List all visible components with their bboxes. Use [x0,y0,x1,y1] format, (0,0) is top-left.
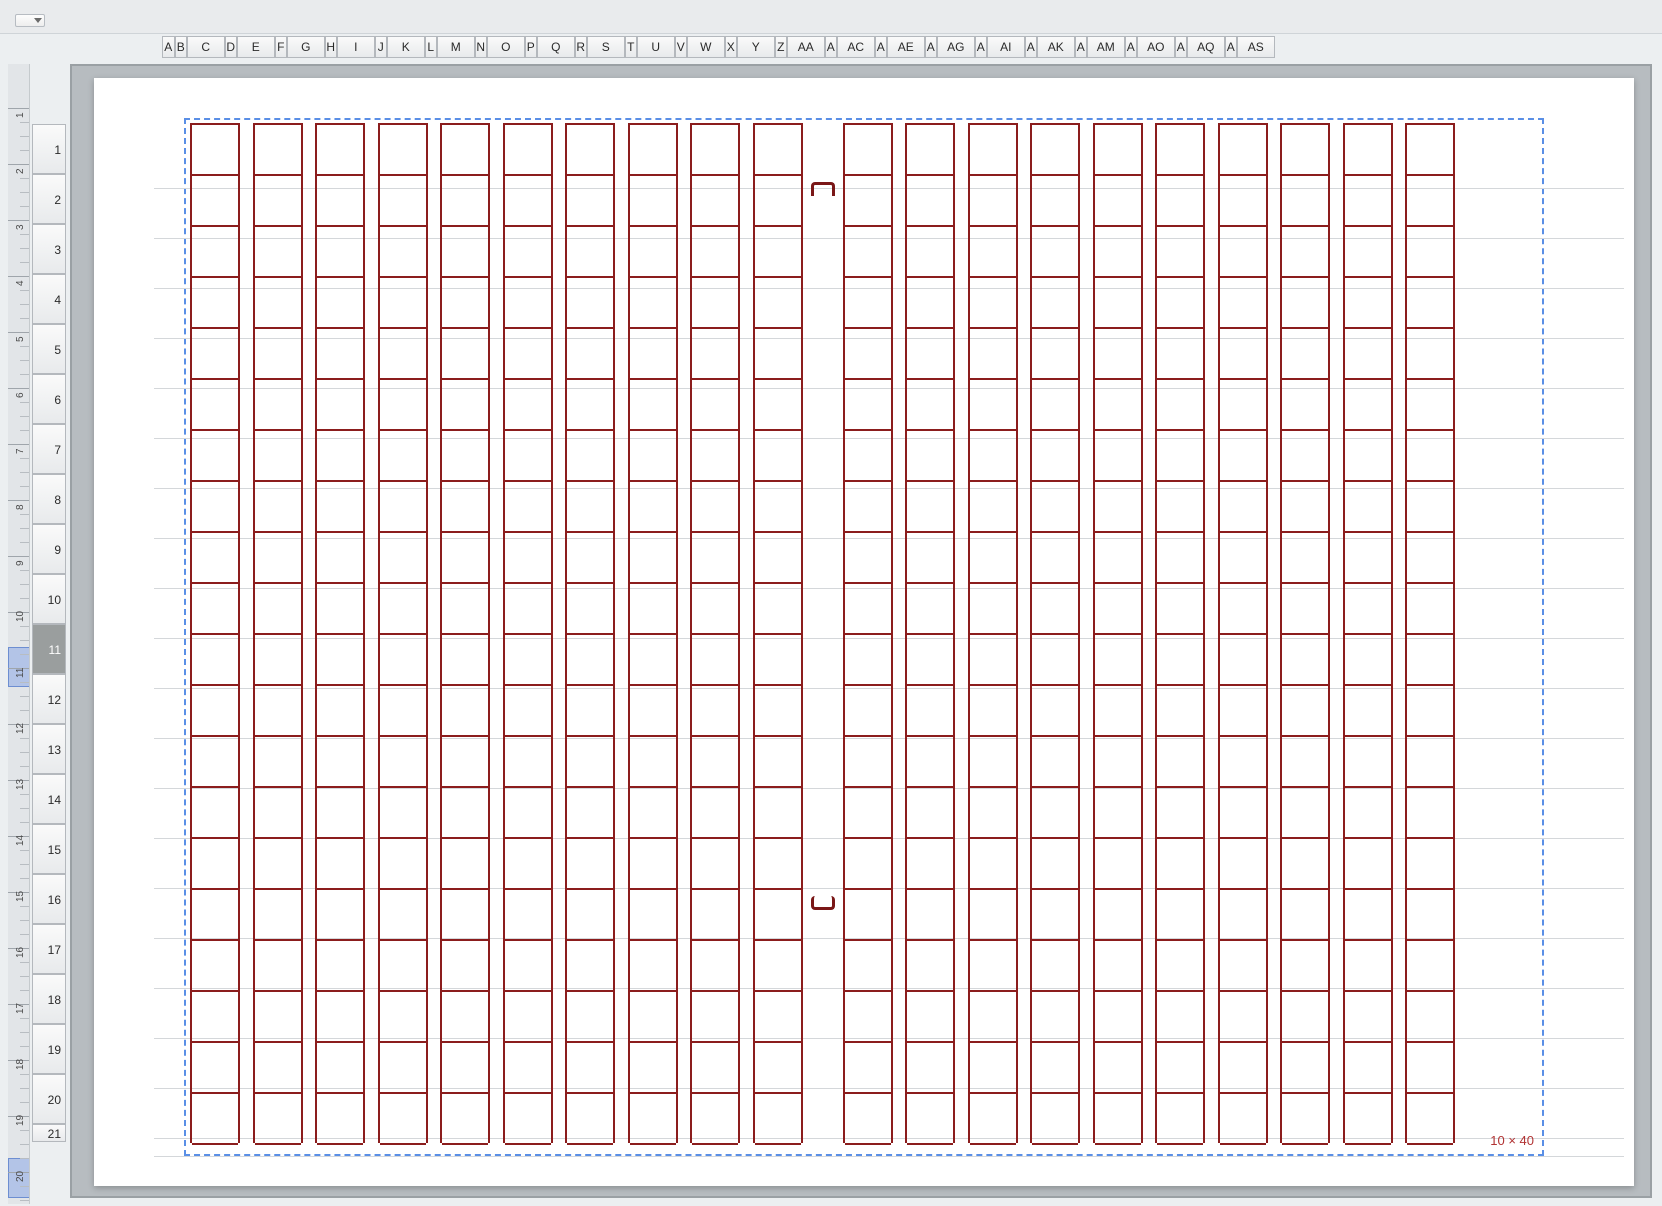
column-header-cell[interactable]: J [375,36,388,58]
row-header-cell[interactable]: 10 [32,574,66,624]
ruler-label: 19 [15,1115,26,1126]
column-header-cell[interactable]: AE [887,36,925,58]
row-header-cell[interactable]: 4 [32,274,66,324]
ruler-label: 13 [15,779,26,790]
column-header-cell[interactable]: P [525,36,538,58]
column-header-cell[interactable]: AM [1087,36,1125,58]
ruler-label: 18 [15,1059,26,1070]
column-header-cell[interactable]: T [625,36,638,58]
ruler-label: 3 [15,224,26,230]
column-header-cell[interactable]: A [162,36,175,58]
column-header-cell[interactable]: A [1175,36,1188,58]
column-header-cell[interactable]: O [487,36,525,58]
column-header-cell[interactable]: A [975,36,988,58]
ruler-label: 1 [15,112,26,118]
column-header-cell[interactable]: A [1225,36,1238,58]
vertical-ruler[interactable]: 1234567891011121314151617181920 [8,64,30,1204]
row-header-cell[interactable]: 16 [32,874,66,924]
column-header-cell[interactable]: G [287,36,325,58]
column-header-cell[interactable]: M [437,36,475,58]
ruler-label: 9 [15,560,26,566]
row-header-cell[interactable]: 8 [32,474,66,524]
row-header-cell[interactable]: 7 [32,424,66,474]
namebox-dropdown[interactable] [15,14,45,27]
row-header-cell[interactable]: 15 [32,824,66,874]
column-header-cell[interactable]: E [237,36,275,58]
row-header-cell[interactable]: 12 [32,674,66,724]
spine-bottom-icon [811,896,835,910]
row-header-cell[interactable]: 13 [32,724,66,774]
ruler-label: 14 [15,835,26,846]
column-header-cell[interactable]: Z [775,36,788,58]
column-header-cell[interactable]: A [1125,36,1138,58]
column-header-cell[interactable]: A [875,36,888,58]
ruler-label: 2 [15,168,26,174]
column-header-cell[interactable]: AS [1237,36,1275,58]
column-header-cell[interactable]: B [175,36,188,58]
row-header-cell[interactable]: 19 [32,1024,66,1074]
column-header-cell[interactable]: D [225,36,238,58]
ruler-label: 17 [15,1003,26,1014]
column-header-cell[interactable]: AA [787,36,825,58]
row-header-cell[interactable]: 17 [32,924,66,974]
row-header-cell[interactable]: 20 [32,1074,66,1124]
column-header-cell[interactable]: H [325,36,338,58]
column-header-cell[interactable]: A [825,36,838,58]
ruler-label: 12 [15,723,26,734]
row-header-cell[interactable]: 21 [32,1124,66,1142]
canvas-area: 10 × 40 [70,64,1652,1198]
column-header-cell[interactable]: AK [1037,36,1075,58]
column-header-cell[interactable]: X [725,36,738,58]
row-header-cell[interactable]: 18 [32,974,66,1024]
row-header-cell[interactable]: 9 [32,524,66,574]
column-header-cell[interactable]: C [187,36,225,58]
ruler-label: 8 [15,504,26,510]
ruler-label: 16 [15,947,26,958]
grid-size-label: 10 × 40 [1490,1133,1534,1148]
column-header-cell[interactable]: W [687,36,725,58]
column-header[interactable]: ABCDEFGHIJKLMNOPQRSTUVWXYZAAAACAAEAAGAAI… [0,36,1662,60]
column-header-cell[interactable]: V [675,36,688,58]
column-header-cell[interactable]: L [425,36,438,58]
column-header-cell[interactable]: A [1075,36,1088,58]
row-header-cell[interactable]: 11 [32,624,66,674]
column-header-cell[interactable]: A [925,36,938,58]
row-header-cell[interactable]: 1 [32,124,66,174]
column-header-cell[interactable]: I [337,36,375,58]
spine-top-icon [811,182,835,196]
column-header-cell[interactable]: A [1025,36,1038,58]
column-header-cell[interactable]: AQ [1187,36,1225,58]
row-header-cell[interactable]: 2 [32,174,66,224]
column-header-cell[interactable]: K [387,36,425,58]
column-header-cell[interactable]: AI [987,36,1025,58]
column-header-cell[interactable]: AC [837,36,875,58]
manuscript-grid [190,123,1455,1143]
row-header-cell[interactable]: 5 [32,324,66,374]
chevron-down-icon [34,18,42,23]
row-header-cell[interactable]: 14 [32,774,66,824]
ruler-label: 7 [15,448,26,454]
column-header-cell[interactable]: Q [537,36,575,58]
row-header-cell[interactable]: 3 [32,224,66,274]
column-header-cell[interactable]: R [575,36,588,58]
column-header-cell[interactable]: S [587,36,625,58]
ruler-label: 20 [15,1171,26,1182]
ruler-label: 6 [15,392,26,398]
row-header[interactable]: 123456789101112131415161718192021 [32,64,66,1198]
column-header-cell[interactable]: AG [937,36,975,58]
ruler-label: 5 [15,336,26,342]
column-header-cell[interactable]: N [475,36,488,58]
ruler-label: 4 [15,280,26,286]
row-header-cell[interactable]: 6 [32,374,66,424]
ruler-label: 10 [15,611,26,622]
page[interactable]: 10 × 40 [94,78,1634,1186]
column-header-cell[interactable]: F [275,36,288,58]
ruler-label: 11 [15,668,26,678]
ruler-label: 15 [15,891,26,902]
column-header-cell[interactable]: Y [737,36,775,58]
column-header-cell[interactable]: U [637,36,675,58]
top-strip [0,0,1662,34]
column-header-cell[interactable]: AO [1137,36,1175,58]
